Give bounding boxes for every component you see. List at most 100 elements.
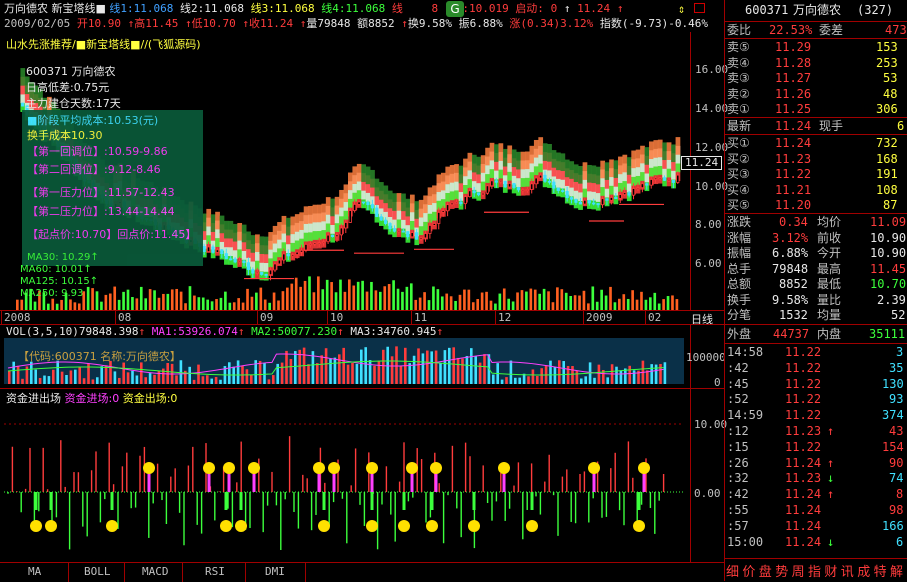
vol-item: ↑ bbox=[337, 325, 351, 338]
date-tick: 10 bbox=[330, 311, 344, 324]
date-tick: 11 bbox=[414, 311, 428, 324]
quote-tab[interactable]: 细 bbox=[726, 561, 739, 580]
quote-row: :52 11.22 93 bbox=[727, 392, 904, 407]
date-tick: 02 bbox=[648, 311, 662, 324]
stock-name: 万向德农 bbox=[4, 2, 52, 15]
pressure-1: 【第一压力位】:11.57-12.43 bbox=[27, 186, 175, 199]
quote-tab[interactable]: 盘 bbox=[759, 561, 772, 580]
scroll-icon[interactable]: ⇕ bbox=[678, 2, 685, 16]
quote-row: 买① 11.24 732 bbox=[727, 136, 898, 150]
quote-tab[interactable]: 讯 bbox=[841, 561, 854, 580]
ohlc-item: 低10.70 bbox=[191, 17, 243, 30]
smiley-icon bbox=[638, 462, 650, 474]
frown-icon bbox=[366, 520, 378, 532]
quote-row: 买③ 11.22 191 bbox=[727, 167, 898, 181]
quote-row: 14:58 11.22 3 bbox=[727, 345, 904, 359]
quote-row: 涨跌 0.34 均价 11.09 bbox=[727, 215, 907, 229]
smiley-icon bbox=[328, 462, 340, 474]
frown-icon bbox=[526, 520, 538, 532]
date-axis: 2008 08 09 10 11 12 2009 02 bbox=[0, 311, 724, 324]
quote-row: :42 11.24 ↑ 8 bbox=[727, 487, 904, 502]
smiley-icon bbox=[143, 462, 155, 474]
restore-icon[interactable] bbox=[694, 3, 705, 13]
ohlc-item: 振6.88% bbox=[458, 17, 510, 30]
ohlc-item: 额8852 bbox=[357, 17, 402, 30]
quote-tab[interactable]: 周 bbox=[792, 561, 805, 580]
tab-dmi[interactable]: DMI bbox=[265, 565, 285, 578]
ohlc-item: 量79848 bbox=[306, 17, 358, 30]
quote-row: :57 11.24 166 bbox=[727, 518, 904, 533]
retrace-2: 【第二回调位】:9.12-8.46 bbox=[27, 163, 161, 176]
quote-row: :12 11.23 ↑ 43 bbox=[727, 424, 904, 438]
quote-row: 600371 万向德农 (327) bbox=[745, 3, 894, 17]
avg-cost: ■阶段平均成本:10.53(元) bbox=[27, 114, 159, 127]
quote-tab[interactable]: 财 bbox=[824, 561, 837, 580]
date-tick: 08 bbox=[118, 311, 132, 324]
ohlc-item: 涨(0.34)3.12% bbox=[509, 17, 600, 30]
chart-title: 山水先涨推荐/■新宝塔线■//(飞狐源码) bbox=[6, 38, 201, 51]
line-value: 线3:11.068 bbox=[250, 2, 322, 15]
ohlc-item: ↑ bbox=[242, 17, 249, 30]
cost-info-box: ■阶段平均成本:10.53(元) 换手成本10.30 【第一回调位】:10.59… bbox=[22, 110, 203, 266]
ma250-label: MA250: 9.93 bbox=[20, 288, 84, 299]
frown-icon bbox=[106, 520, 118, 532]
quote-row: 卖④ 11.28 253 bbox=[727, 55, 898, 70]
quote-tab[interactable]: 势 bbox=[775, 561, 788, 580]
frown-icon bbox=[318, 520, 330, 532]
ohlc-item: 指数(-9.73)-0.46% bbox=[599, 17, 708, 30]
tab-rsi[interactable]: RSI bbox=[205, 565, 225, 578]
vol-item: MA3:34760.945 bbox=[350, 325, 437, 338]
quote-tab[interactable]: 解 bbox=[890, 561, 903, 580]
current-price-tag: 11.24 bbox=[681, 156, 723, 170]
indicator-header: 万向德农 新宝塔线■ 线1:11.068 线2:11.068 线3:11.068… bbox=[4, 2, 624, 15]
quote-row: :15 11.22 154 bbox=[727, 439, 904, 454]
pressure-2: 【第二压力位】:13.44-14.44 bbox=[27, 205, 175, 218]
quote-tab[interactable]: 指 bbox=[808, 561, 821, 580]
money-flow-chart[interactable] bbox=[4, 404, 684, 562]
quote-tab[interactable]: 成 bbox=[857, 561, 870, 580]
frown-icon bbox=[398, 520, 410, 532]
quote-row: 卖③ 11.27 53 bbox=[727, 71, 898, 85]
ohlc-item: 开10.90 bbox=[76, 17, 128, 30]
quote-row: :32 11.23 ↓ 74 bbox=[727, 471, 904, 486]
frown-icon bbox=[468, 520, 480, 532]
quote-row: 买⑤ 11.20 87 bbox=[727, 198, 898, 212]
quote-row: :42 11.22 35 bbox=[727, 360, 904, 375]
ohlc-item: ↑ bbox=[401, 17, 408, 30]
smiley-icon bbox=[406, 462, 418, 474]
hand-cost: 换手成本10.30 bbox=[27, 129, 103, 142]
volume-header: VOL(3,5,10)79848.398↑ MA1:53926.074↑ MA2… bbox=[6, 325, 443, 338]
start-price: 【起点价:10.70】回点价:11.45】 bbox=[27, 228, 197, 241]
indicator-name: 新宝塔线■ bbox=[51, 2, 110, 15]
app-logo-icon: G bbox=[446, 1, 464, 17]
tab-macd[interactable]: MACD bbox=[142, 565, 169, 578]
date-tick: 2009 bbox=[586, 311, 613, 324]
quote-row: 卖② 11.26 48 bbox=[727, 86, 898, 101]
ma60-label: MA60: 10.01↑ bbox=[20, 264, 92, 275]
frown-icon bbox=[220, 520, 232, 532]
retrace-1: 【第一回调位】:10.59-9.86 bbox=[27, 145, 168, 158]
quote-row: 外盘 44737 内盘 35111 bbox=[727, 327, 906, 341]
stock-info-popup: 600371 万向德农 日高低差:0.75元 主力建仓天数:17天 bbox=[26, 64, 121, 112]
smiley-icon bbox=[313, 462, 325, 474]
smiley-icon bbox=[366, 462, 378, 474]
vol-item: ↑ bbox=[436, 325, 444, 338]
ohlc-item: ↑ bbox=[184, 17, 192, 30]
volume-banner: 【代码:600371 名称:万向德农】 bbox=[18, 350, 181, 363]
quote-tab[interactable]: 特 bbox=[874, 561, 887, 580]
quote-row: 换手 9.58% 量比 2.39 bbox=[727, 292, 906, 307]
frown-icon bbox=[633, 520, 645, 532]
indicator-tabs: MA BOLL MACD RSI DMI bbox=[0, 562, 724, 582]
frown-icon bbox=[235, 520, 247, 532]
quote-tab[interactable]: 价 bbox=[742, 561, 755, 580]
quote-row: 涨幅 3.12% 前收 10.90 bbox=[727, 230, 907, 245]
frown-icon bbox=[30, 520, 42, 532]
frown-icon bbox=[45, 520, 57, 532]
tab-boll[interactable]: BOLL bbox=[84, 565, 111, 578]
quote-row: 买② 11.23 168 bbox=[727, 151, 898, 166]
quote-row: 总手 79848 最高 11.45 bbox=[727, 261, 907, 276]
price-axis: 16.00 14.00 12.00 10.00 8.00 6.00 bbox=[690, 32, 728, 310]
quote-row: 14:59 11.22 374 bbox=[727, 408, 904, 423]
tab-ma[interactable]: MA bbox=[28, 565, 41, 578]
ma125-label: MA125: 10.15↑ bbox=[20, 276, 99, 287]
